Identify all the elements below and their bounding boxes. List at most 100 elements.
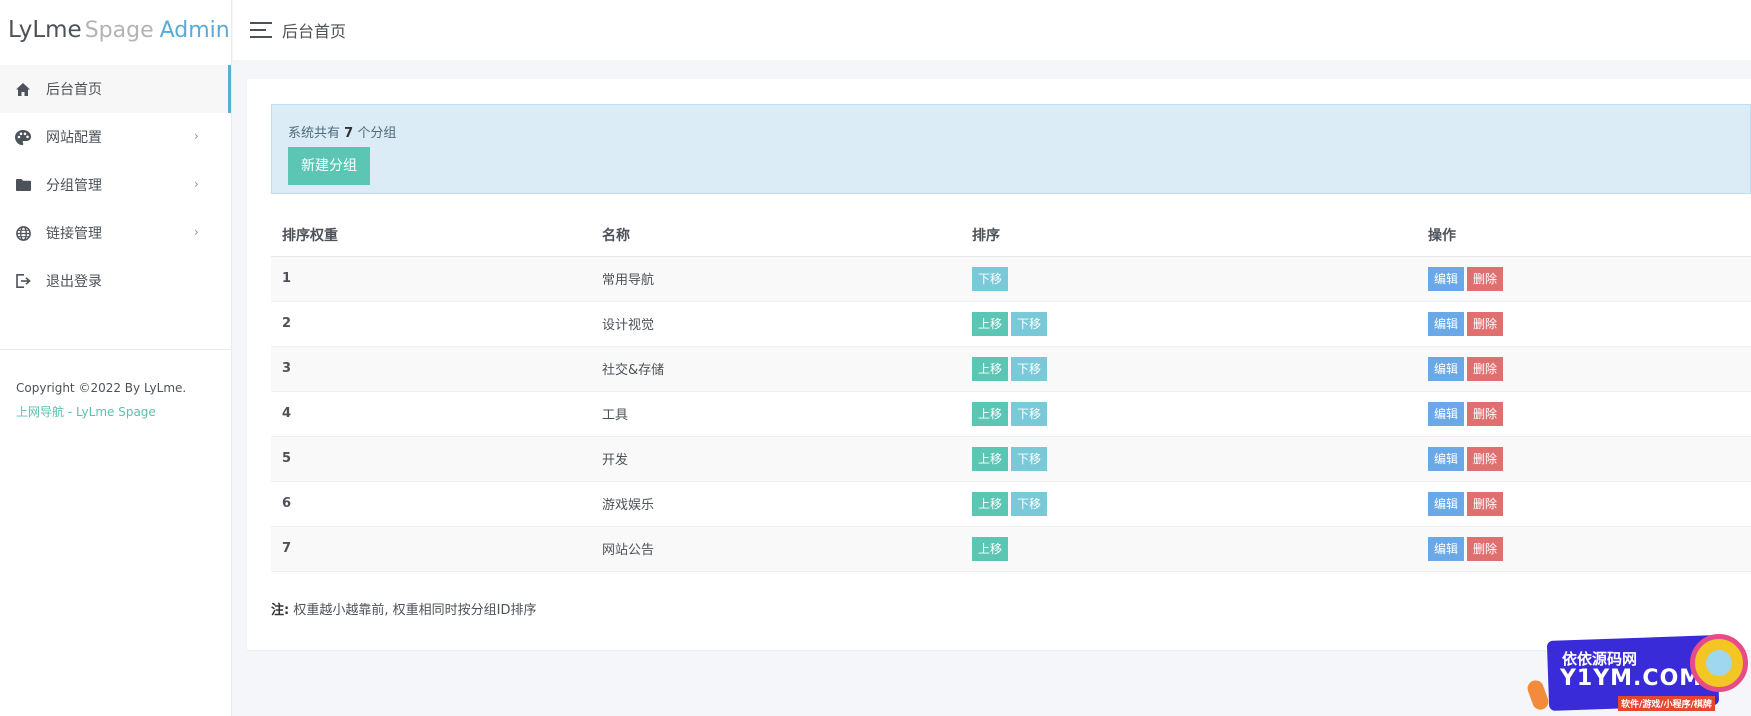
- move-down-button[interactable]: 下移: [1011, 491, 1048, 516]
- row-name: 网站公告: [591, 526, 961, 572]
- page-title: 后台首页: [282, 22, 347, 41]
- brand-logo[interactable]: LyLme Spage Admin: [0, 0, 231, 60]
- palette-icon: [14, 128, 32, 146]
- move-up-button[interactable]: 上移: [972, 311, 1009, 336]
- move-down-button[interactable]: 下移: [972, 266, 1009, 291]
- move-down-button[interactable]: 下移: [1011, 311, 1048, 336]
- table-row: 5 开发 上移 下移 编辑 删除: [271, 436, 1751, 482]
- row-name: 设计视觉: [591, 301, 961, 347]
- group-table: 排序权重 名称 排序 操作 1 常用导航 下移 编辑 删除 2 设计视觉 上移 下移…: [271, 214, 1751, 572]
- sidebar-item-link-manage[interactable]: 链接管理 ›: [0, 209, 231, 257]
- sort-note: 注: 权重越小越靠前, 权重相同时按分组ID排序: [271, 599, 536, 618]
- brand-part3: Admin: [159, 17, 230, 43]
- row-name: 社交&存储: [591, 346, 961, 392]
- copyright-text: Copyright ©2022 By LyLme.: [16, 381, 187, 395]
- row-sort-actions: 上移 下移: [961, 481, 1417, 527]
- sidebar-nav: 后台首页 网站配置 › 分组管理 › 链接管理 › 退出登录: [0, 65, 231, 305]
- edit-button[interactable]: 编辑: [1428, 266, 1465, 291]
- row-weight: 2: [271, 301, 591, 347]
- sidebar-item-home[interactable]: 后台首页: [0, 65, 231, 113]
- table-row: 6 游戏娱乐 上移 下移 编辑 删除: [271, 481, 1751, 527]
- watermark-line2: Y1YM.COM: [1560, 666, 1703, 691]
- table-row: 3 社交&存储 上移 下移 编辑 删除: [271, 346, 1751, 392]
- main-card: 系统共有 7 个分组 新建分组 排序权重 名称 排序 操作 1 常用导航 下移 …: [247, 79, 1751, 650]
- logout-icon: [14, 272, 32, 290]
- row-name: 开发: [591, 436, 961, 482]
- footer-link[interactable]: 上网导航 - LyLme Spage: [16, 400, 231, 424]
- sidebar-item-label: 退出登录: [46, 274, 102, 290]
- edit-button[interactable]: 编辑: [1428, 446, 1465, 471]
- row-weight: 1: [271, 256, 591, 302]
- row-ops: 编辑 删除: [1417, 301, 1751, 347]
- delete-button[interactable]: 删除: [1467, 311, 1504, 336]
- move-up-button[interactable]: 上移: [972, 356, 1009, 381]
- delete-button[interactable]: 删除: [1467, 266, 1504, 291]
- column-header-name: 名称: [591, 214, 961, 257]
- move-up-button[interactable]: 上移: [972, 491, 1009, 516]
- delete-button[interactable]: 删除: [1467, 491, 1504, 516]
- chevron-right-icon: ›: [194, 225, 199, 239]
- sidebar-item-label: 网站配置: [46, 130, 102, 146]
- watermark-decoration: [1525, 678, 1551, 712]
- row-ops: 编辑 删除: [1417, 481, 1751, 527]
- delete-button[interactable]: 删除: [1467, 401, 1504, 426]
- row-weight: 3: [271, 346, 591, 392]
- sidebar: LyLme Spage Admin 后台首页 网站配置 › 分组管理 › 链接管…: [0, 0, 232, 716]
- edit-button[interactable]: 编辑: [1428, 491, 1465, 516]
- move-down-button[interactable]: 下移: [1011, 356, 1048, 381]
- move-up-button[interactable]: 上移: [972, 536, 1009, 561]
- row-weight: 4: [271, 391, 591, 437]
- chevron-right-icon: ›: [194, 129, 199, 143]
- sidebar-footer: Copyright ©2022 By LyLme. 上网导航 - LyLme S…: [0, 350, 231, 424]
- sidebar-item-logout[interactable]: 退出登录: [0, 257, 231, 305]
- sidebar-item-label: 后台首页: [46, 82, 102, 98]
- menu-toggle-icon[interactable]: [250, 22, 272, 38]
- column-header-sort: 排序: [961, 214, 1417, 257]
- count-prefix: 系统共有: [288, 126, 341, 141]
- note-text: 权重越小越靠前, 权重相同时按分组ID排序: [293, 603, 537, 618]
- row-sort-actions: 上移 下移: [961, 436, 1417, 482]
- table-row: 1 常用导航 下移 编辑 删除: [271, 256, 1751, 302]
- watermark-line3: 软件/游戏/小程序/棋牌: [1618, 696, 1715, 711]
- move-down-button[interactable]: 下移: [1011, 401, 1048, 426]
- brand-part2: Spage: [84, 17, 154, 43]
- table-row: 2 设计视觉 上移 下移 编辑 删除: [271, 301, 1751, 347]
- chevron-right-icon: ›: [194, 177, 199, 191]
- sidebar-item-label: 分组管理: [46, 178, 102, 194]
- sidebar-item-label: 链接管理: [46, 226, 102, 242]
- row-sort-actions: 上移: [961, 526, 1417, 572]
- row-ops: 编辑 删除: [1417, 436, 1751, 482]
- table-row: 7 网站公告 上移 编辑 删除: [271, 526, 1751, 572]
- row-sort-actions: 上移 下移: [961, 346, 1417, 392]
- row-sort-actions: 上移 下移: [961, 301, 1417, 347]
- edit-button[interactable]: 编辑: [1428, 311, 1465, 336]
- edit-button[interactable]: 编辑: [1428, 401, 1465, 426]
- new-group-button[interactable]: 新建分组: [288, 147, 370, 185]
- row-weight: 7: [271, 526, 591, 572]
- move-up-button[interactable]: 上移: [972, 401, 1009, 426]
- row-ops: 编辑 删除: [1417, 346, 1751, 392]
- delete-button[interactable]: 删除: [1467, 356, 1504, 381]
- row-weight: 6: [271, 481, 591, 527]
- watermark-logo: 依依源码网 Y1YM.COM 软件/游戏/小程序/棋牌: [1525, 630, 1751, 716]
- row-name: 工具: [591, 391, 961, 437]
- row-sort-actions: 上移 下移: [961, 391, 1417, 437]
- group-count: 7: [344, 126, 354, 141]
- edit-button[interactable]: 编辑: [1428, 356, 1465, 381]
- group-count-alert: 系统共有 7 个分组 新建分组: [271, 104, 1751, 194]
- folder-icon: [14, 176, 32, 194]
- row-ops: 编辑 删除: [1417, 526, 1751, 572]
- move-down-button[interactable]: 下移: [1011, 446, 1048, 471]
- delete-button[interactable]: 删除: [1467, 536, 1504, 561]
- move-up-button[interactable]: 上移: [972, 446, 1009, 471]
- row-name: 常用导航: [591, 256, 961, 302]
- row-name: 游戏娱乐: [591, 481, 961, 527]
- sidebar-item-site-config[interactable]: 网站配置 ›: [0, 113, 231, 161]
- row-ops: 编辑 删除: [1417, 391, 1751, 437]
- edit-button[interactable]: 编辑: [1428, 536, 1465, 561]
- column-header-ops: 操作: [1417, 214, 1751, 257]
- sidebar-item-group-manage[interactable]: 分组管理 ›: [0, 161, 231, 209]
- globe-icon: [14, 224, 32, 242]
- row-ops: 编辑 删除: [1417, 256, 1751, 302]
- delete-button[interactable]: 删除: [1467, 446, 1504, 471]
